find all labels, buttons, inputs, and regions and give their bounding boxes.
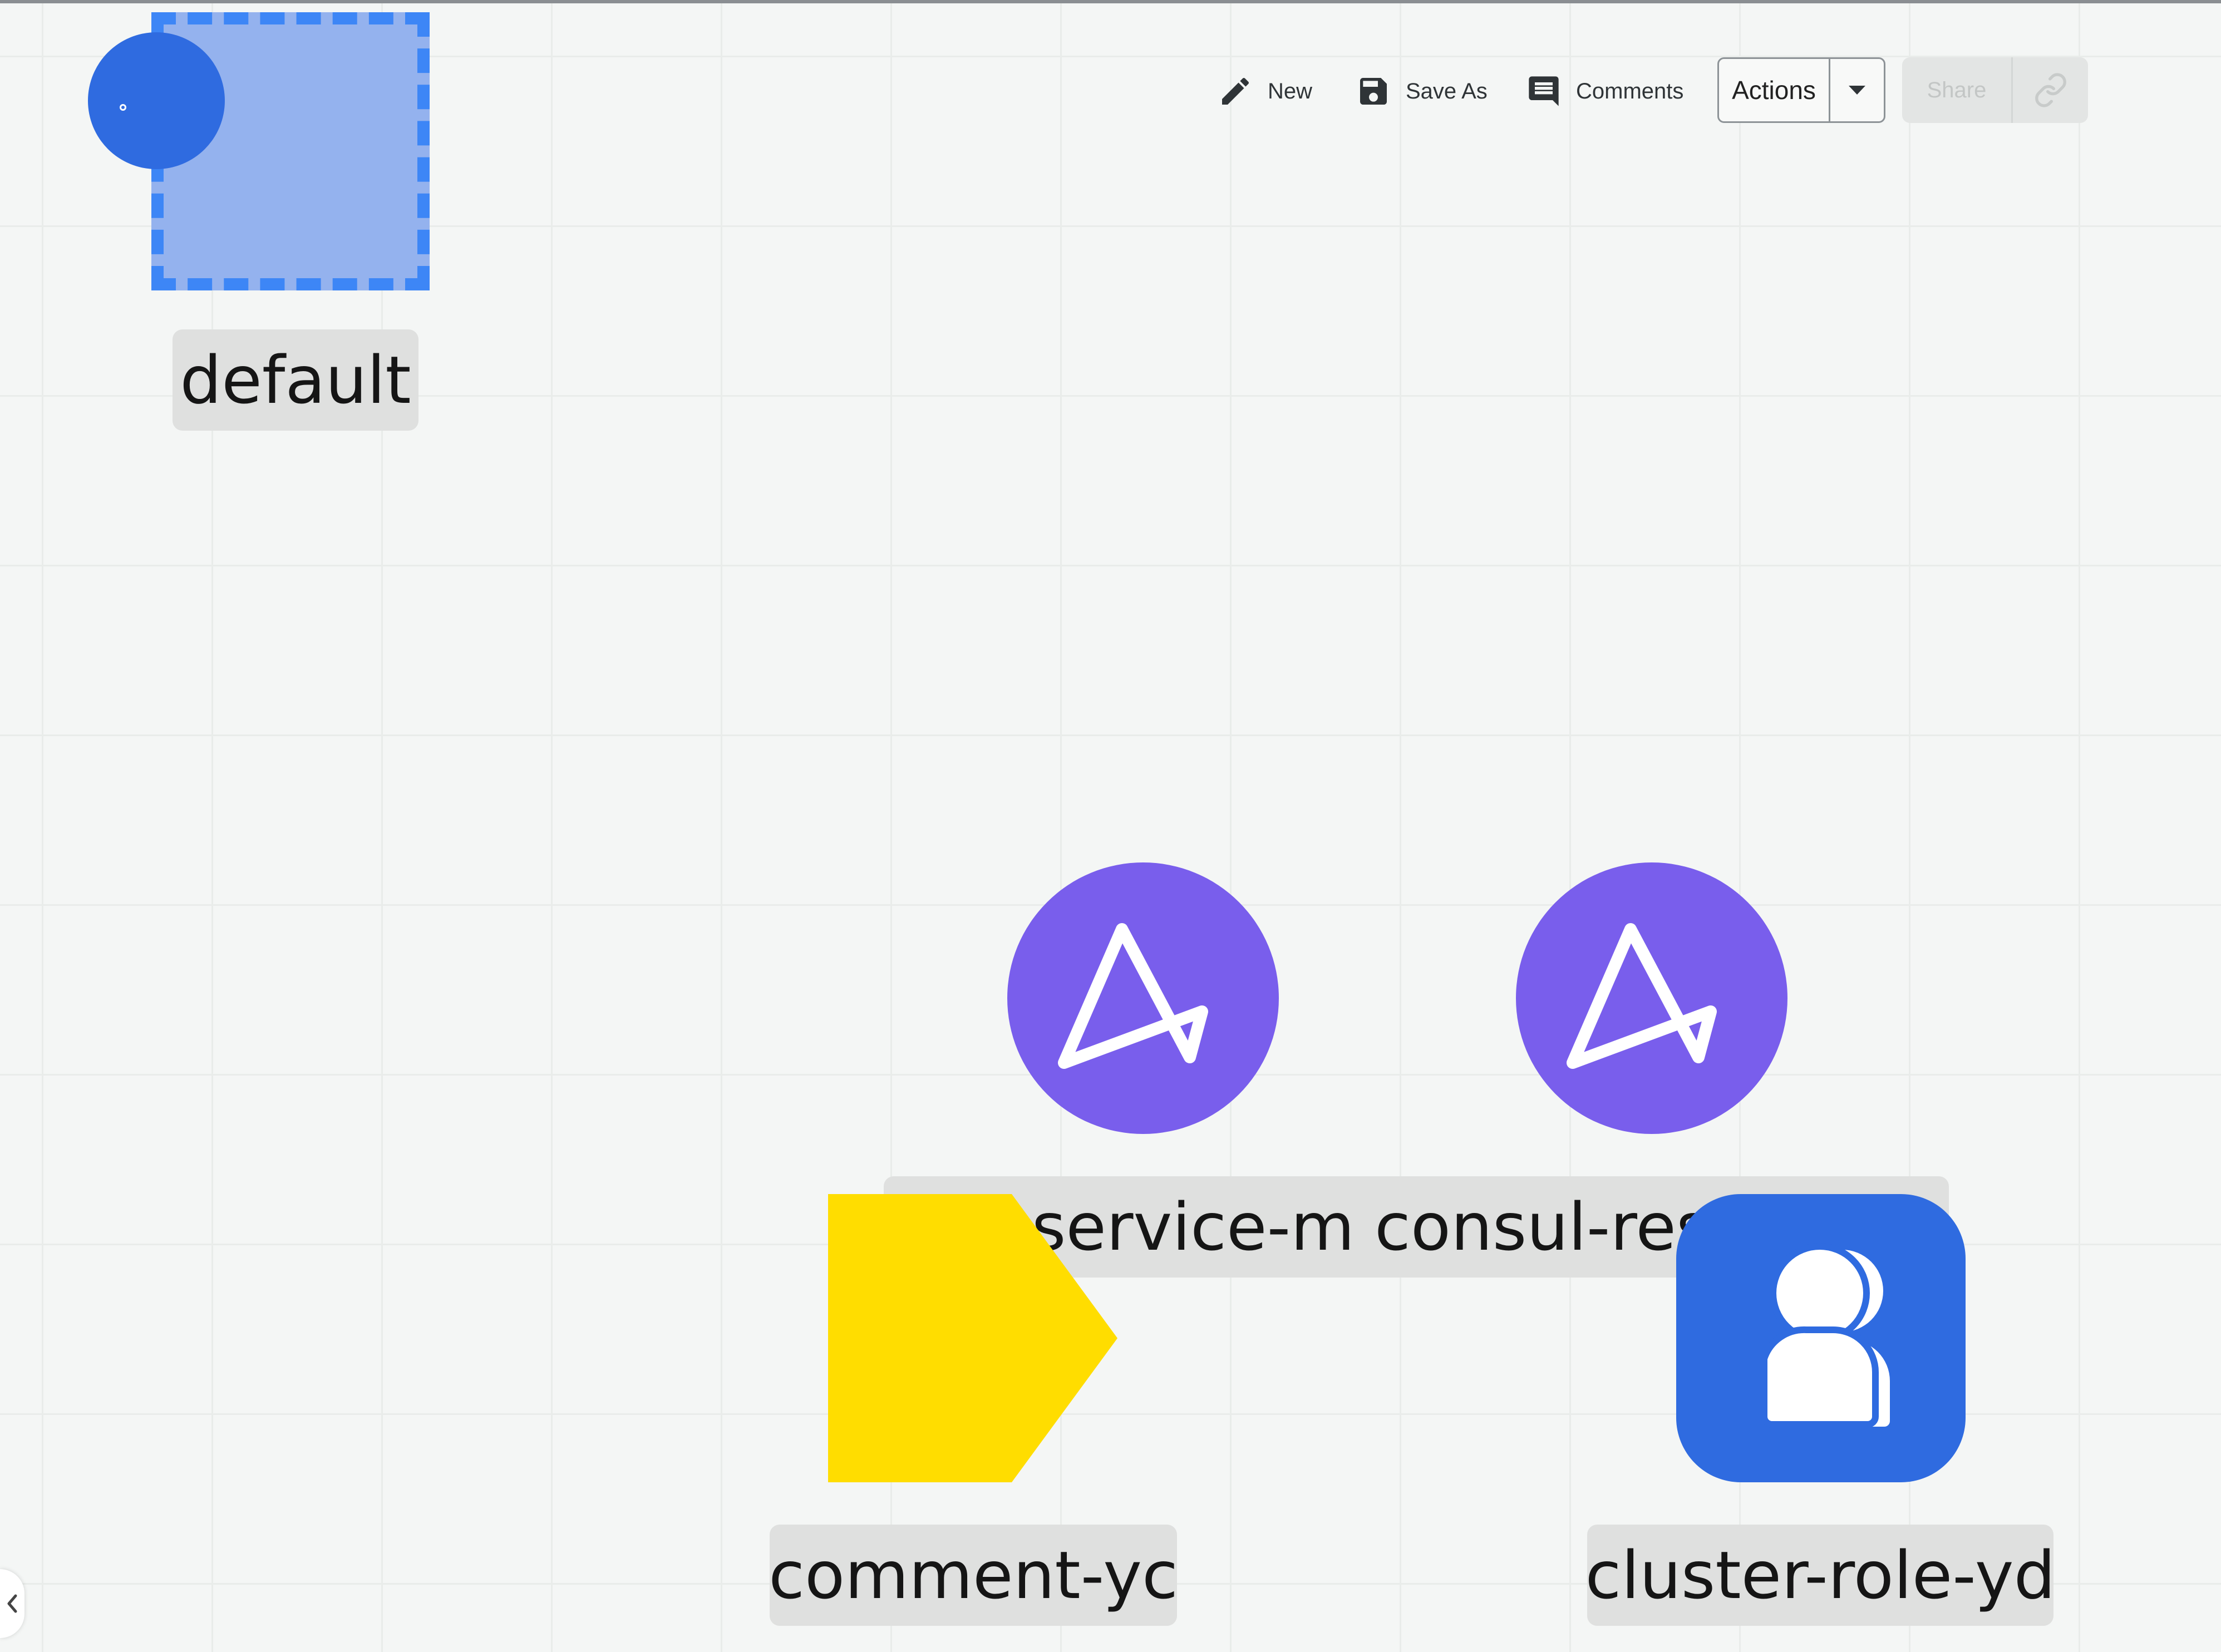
argo-icon[interactable] bbox=[1007, 862, 1279, 1134]
chevron-left-icon bbox=[7, 1594, 17, 1613]
floppy-disk-icon bbox=[1360, 78, 1387, 105]
cluster-role-node-label: cluster-role-yd bbox=[1585, 1525, 2056, 1626]
link-icon[interactable] bbox=[2011, 57, 2088, 123]
pentagon-shape bbox=[828, 1194, 1117, 1482]
share-button-group: Share bbox=[1902, 57, 2088, 123]
pencil-icon bbox=[1222, 77, 1249, 105]
chevron-down-icon[interactable] bbox=[1829, 59, 1884, 121]
comment-node-label: comment-yc bbox=[769, 1525, 1178, 1626]
users-icon bbox=[1761, 1243, 1890, 1428]
comments-label: Comments bbox=[1576, 78, 1684, 103]
sidebar-expand-button[interactable] bbox=[0, 1569, 24, 1638]
comments-button[interactable]: Comments bbox=[1526, 57, 1683, 125]
window-top-border bbox=[0, 0, 2221, 3]
resize-handle[interactable] bbox=[120, 104, 126, 111]
share-button[interactable]: Share bbox=[1902, 57, 2011, 123]
actions-label: Actions bbox=[1732, 76, 1816, 105]
save-as-label: Save As bbox=[1406, 78, 1488, 103]
namespace-node-label: default bbox=[173, 329, 418, 431]
comment-node[interactable] bbox=[828, 1194, 1117, 1482]
namespace-icon[interactable] bbox=[88, 32, 225, 169]
argo-icon[interactable] bbox=[1516, 862, 1787, 1134]
comment-icon bbox=[1529, 76, 1559, 106]
actions-dropdown[interactable]: Actions bbox=[1717, 57, 1885, 123]
new-button[interactable]: New bbox=[1218, 57, 1312, 125]
new-label: New bbox=[1268, 78, 1313, 103]
save-as-button[interactable]: Save As bbox=[1356, 57, 1488, 125]
cluster-role-node[interactable] bbox=[1676, 1194, 1966, 1482]
